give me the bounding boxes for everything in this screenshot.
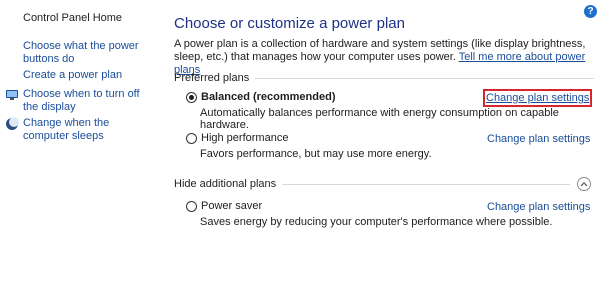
control-panel-home-link[interactable]: Control Panel Home	[23, 12, 122, 24]
plan-balanced-label: Balanced (recommended)	[201, 91, 336, 103]
power-buttons-link[interactable]: Choose what the power buttons do	[23, 40, 148, 66]
hide-additional-plans-label: Hide additional plans	[174, 178, 277, 190]
moon-icon	[5, 117, 19, 131]
plan-high-performance-description: Favors performance, but may use more ene…	[200, 148, 432, 160]
main-content: Choose or customize a power plan A power…	[174, 0, 594, 301]
collapse-chevron-up-icon[interactable]	[577, 177, 591, 191]
divider	[282, 183, 570, 185]
preferred-plans-label: Preferred plans	[174, 72, 250, 84]
plan-balanced-description: Automatically balances performance with …	[200, 107, 559, 131]
radio-power-saver[interactable]	[186, 200, 197, 212]
preferred-plans-header: Preferred plans	[174, 72, 594, 84]
turn-off-display-link[interactable]: Choose when to turn off the display	[23, 88, 148, 114]
plan-power-saver-label: Power saver	[201, 200, 263, 212]
plan-high-performance[interactable]: High performance	[186, 132, 288, 144]
plan-power-saver-description: Saves energy by reducing your computer's…	[200, 216, 553, 228]
divider	[255, 77, 594, 79]
radio-balanced[interactable]	[186, 91, 197, 103]
plan-power-saver[interactable]: Power saver	[186, 200, 262, 212]
sidebar: Control Panel Home Choose what the power…	[0, 0, 160, 301]
radio-high-performance[interactable]	[186, 132, 197, 144]
hide-additional-plans-header[interactable]: Hide additional plans	[174, 178, 570, 190]
change-plan-settings-balanced[interactable]: Change plan settings	[482, 89, 593, 107]
change-plan-settings-high-performance[interactable]: Change plan settings	[487, 133, 590, 145]
display-icon	[5, 88, 19, 102]
change-plan-settings-power-saver[interactable]: Change plan settings	[487, 201, 590, 213]
create-power-plan-link[interactable]: Create a power plan	[23, 69, 148, 82]
page-title: Choose or customize a power plan	[174, 15, 405, 32]
plan-high-performance-label: High performance	[201, 132, 289, 144]
plan-balanced[interactable]: Balanced (recommended)	[186, 91, 335, 103]
computer-sleeps-link[interactable]: Change when the computer sleeps	[23, 117, 148, 143]
